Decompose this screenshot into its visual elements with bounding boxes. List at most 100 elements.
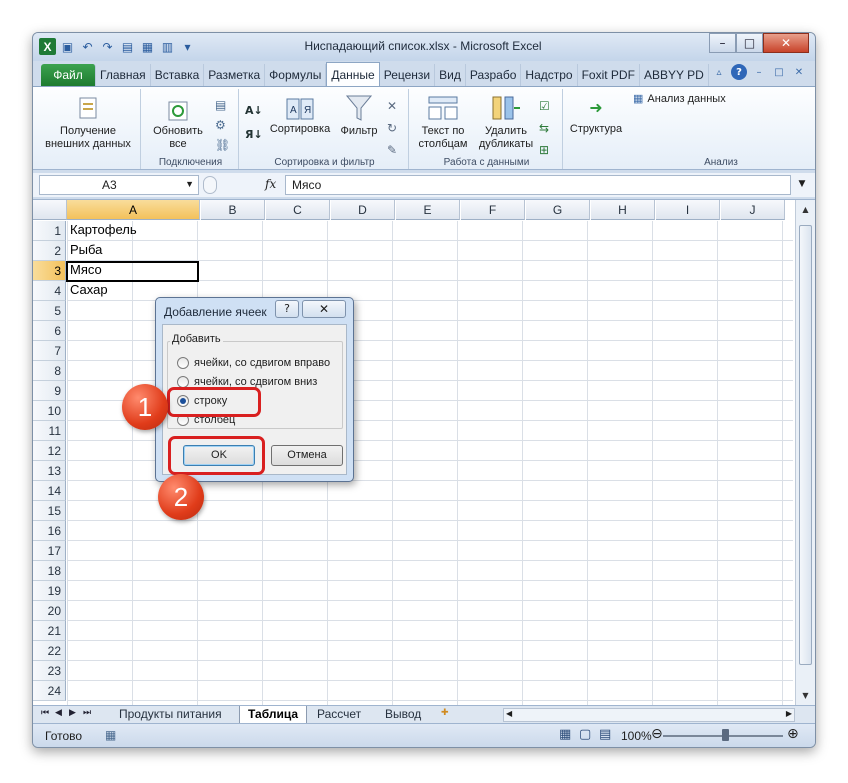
sheet-tab-calc[interactable]: Рассчет <box>309 706 369 723</box>
row-header-5[interactable]: 5 <box>33 301 66 321</box>
refresh-all-button[interactable]: Обновить все <box>145 99 211 151</box>
option-shift-right[interactable]: ячейки, со сдвигом вправо <box>177 357 330 369</box>
tab-page-layout[interactable]: Разметка <box>204 64 266 86</box>
row-header-21[interactable]: 21 <box>33 621 66 641</box>
cell-a2[interactable]: Рыба <box>67 241 197 261</box>
zoom-out-icon[interactable]: ⊖ <box>651 726 663 742</box>
formula-input[interactable]: Мясо <box>285 175 791 195</box>
sort-az-icon[interactable]: А↓ Я↓ <box>245 99 263 147</box>
row-header-3[interactable]: 3 <box>33 261 66 281</box>
cell-a1[interactable]: Картофель <box>67 221 197 241</box>
ribbon-restore-icon[interactable]: □ <box>771 64 787 80</box>
formula-bar-divider[interactable] <box>203 176 217 194</box>
filter-button[interactable]: Фильтр <box>337 93 381 138</box>
data-analysis-button[interactable]: ▦ Анализ данных <box>633 92 726 106</box>
zoom-in-icon[interactable]: ⊕ <box>787 726 799 742</box>
row-header-14[interactable]: 14 <box>33 481 66 501</box>
zoom-level[interactable]: 100% <box>621 729 652 743</box>
tab-formulas[interactable]: Формулы <box>265 64 327 86</box>
radio-button[interactable] <box>177 357 189 369</box>
minimize-button[interactable]: – <box>709 33 736 53</box>
horizontal-scrollbar[interactable]: ◀ ▶ <box>503 708 795 722</box>
column-header-g[interactable]: G <box>526 200 590 220</box>
row-header-4[interactable]: 4 <box>33 281 66 301</box>
row-header-13[interactable]: 13 <box>33 461 66 481</box>
tab-abbyy[interactable]: ABBYY PD <box>640 64 709 86</box>
data-validation-icons[interactable]: ☑ ⇆ ⊞ <box>539 95 550 161</box>
expand-formula-icon[interactable]: ▼ <box>795 176 809 194</box>
zoom-slider-handle[interactable] <box>722 729 729 741</box>
first-sheet-icon[interactable]: ⏮ <box>41 708 49 718</box>
row-header-8[interactable]: 8 <box>33 361 66 381</box>
scroll-down-icon[interactable]: ▼ <box>798 688 813 703</box>
normal-view-icon[interactable]: ▦ <box>559 727 571 742</box>
page-break-icon[interactable]: ▤ <box>599 727 611 742</box>
close-button[interactable]: ✕ <box>763 33 809 53</box>
row-header-20[interactable]: 20 <box>33 601 66 621</box>
chevron-down-icon[interactable]: ▼ <box>185 179 194 189</box>
ribbon-minimize-icon[interactable]: ▵ <box>711 64 727 80</box>
vertical-scrollbar[interactable]: ▲ ▼ <box>795 200 815 706</box>
insert-function-icon[interactable]: fx <box>265 177 276 191</box>
redo-icon[interactable]: ↷ <box>99 38 116 55</box>
form-icon[interactable]: ▤ <box>119 38 136 55</box>
column-header-h[interactable]: H <box>591 200 655 220</box>
cancel-button[interactable]: Отмена <box>271 445 343 466</box>
sort-button[interactable]: АЯ Сортировка <box>267 97 333 136</box>
row-header-24[interactable]: 24 <box>33 681 66 701</box>
grid-icon[interactable]: ▦ <box>139 38 156 55</box>
calculator-icon[interactable]: ▥ <box>159 38 176 55</box>
tab-review[interactable]: Рецензи <box>380 64 436 86</box>
tab-addins[interactable]: Надстро <box>521 64 578 86</box>
tab-data[interactable]: Данные <box>326 62 380 86</box>
text-to-columns-button[interactable]: Текст по столбцам <box>413 93 473 151</box>
excel-app-icon[interactable]: X <box>39 38 56 55</box>
save-icon[interactable]: ▣ <box>59 38 76 55</box>
dialog-help-button[interactable]: ? <box>275 300 299 318</box>
row-header-12[interactable]: 12 <box>33 441 66 461</box>
column-header-d[interactable]: D <box>331 200 395 220</box>
ribbon-close-icon[interactable]: ✕ <box>791 64 807 80</box>
connections-icons[interactable]: ▤ ⚙ ⛓ <box>215 95 230 155</box>
row-header-22[interactable]: 22 <box>33 641 66 661</box>
scroll-right-icon[interactable]: ▶ <box>786 709 792 718</box>
sheet-tab-output[interactable]: Вывод <box>377 706 429 723</box>
row-header-6[interactable]: 6 <box>33 321 66 341</box>
tab-insert[interactable]: Вставка <box>151 64 205 86</box>
column-header-a[interactable]: A <box>67 200 200 220</box>
help-icon[interactable]: ? <box>731 64 747 80</box>
column-header-f[interactable]: F <box>461 200 525 220</box>
prev-sheet-icon[interactable]: ◀ <box>55 708 62 718</box>
scroll-thumb[interactable] <box>799 225 812 665</box>
row-header-17[interactable]: 17 <box>33 541 66 561</box>
row-header-7[interactable]: 7 <box>33 341 66 361</box>
row-header-9[interactable]: 9 <box>33 381 66 401</box>
insert-sheet-icon[interactable]: ✚ <box>441 708 449 718</box>
scroll-up-icon[interactable]: ▲ <box>798 202 813 217</box>
tab-foxit[interactable]: Foxit PDF <box>578 64 640 86</box>
row-header-18[interactable]: 18 <box>33 561 66 581</box>
row-header-23[interactable]: 23 <box>33 661 66 681</box>
row-header-10[interactable]: 10 <box>33 401 66 421</box>
row-header-15[interactable]: 15 <box>33 501 66 521</box>
macro-record-icon[interactable]: ▦ <box>105 728 116 742</box>
column-header-c[interactable]: C <box>266 200 330 220</box>
last-sheet-icon[interactable]: ⏭ <box>83 708 91 718</box>
remove-duplicates-button[interactable]: Удалить дубликаты <box>475 93 537 151</box>
tab-view[interactable]: Вид <box>435 64 466 86</box>
ribbon-min-icon[interactable]: – <box>751 64 767 80</box>
column-header-j[interactable]: J <box>721 200 785 220</box>
name-box[interactable]: A3 ▼ <box>39 175 199 195</box>
maximize-button[interactable]: □ <box>736 33 763 53</box>
row-header-2[interactable]: 2 <box>33 241 66 261</box>
page-layout-icon[interactable]: ▢ <box>579 727 591 742</box>
row-header-16[interactable]: 16 <box>33 521 66 541</box>
column-header-b[interactable]: B <box>201 200 265 220</box>
filter-options-icons[interactable]: ✕ ↻ ✎ <box>387 95 397 161</box>
tab-developer[interactable]: Разрабо <box>466 64 522 86</box>
scroll-left-icon[interactable]: ◀ <box>506 709 512 718</box>
select-all-corner[interactable] <box>33 200 67 220</box>
customize-icon[interactable]: ▾ <box>179 38 196 55</box>
tab-home[interactable]: Главная <box>96 64 151 86</box>
tab-file[interactable]: Файл <box>41 64 96 86</box>
